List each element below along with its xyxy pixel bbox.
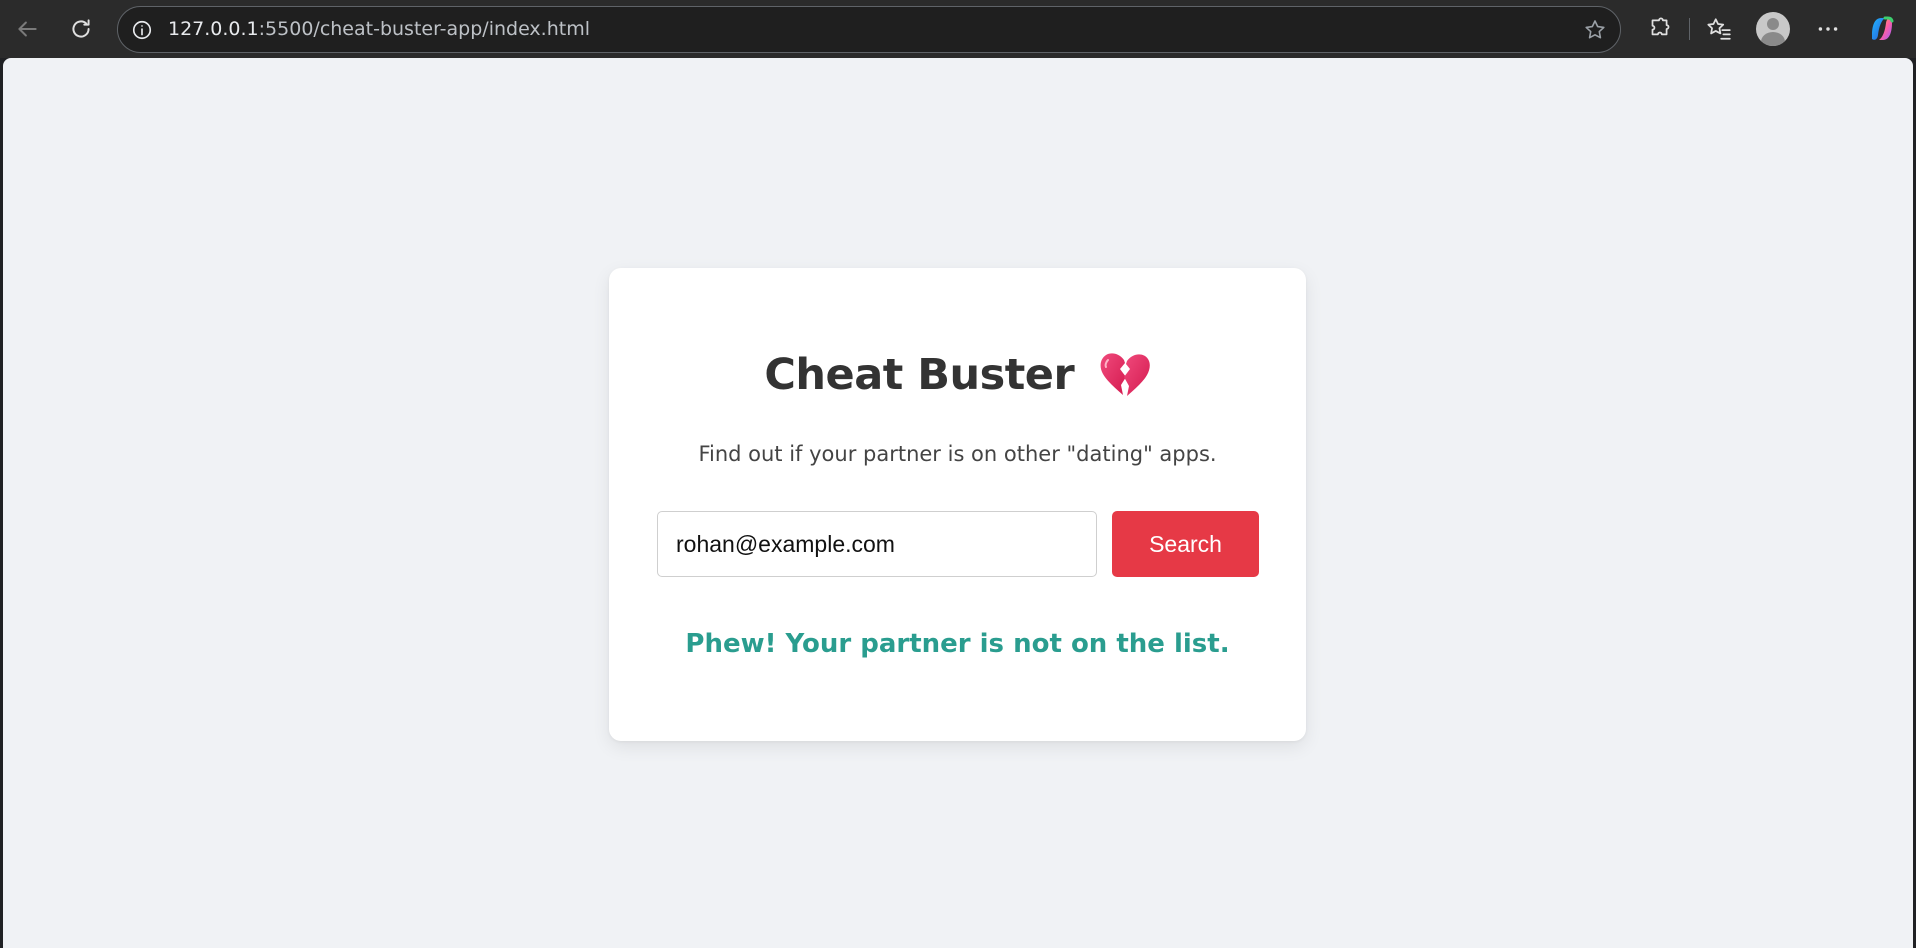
search-button[interactable]: Search [1112, 511, 1259, 577]
url-path: :5500/cheat-buster-app/index.html [258, 18, 590, 40]
back-arrow-icon [18, 21, 37, 37]
puzzle-icon [1651, 17, 1670, 36]
favorites-button[interactable] [1699, 9, 1739, 49]
info-icon [132, 20, 152, 40]
copilot-icon [1872, 16, 1894, 40]
search-card: Cheat Buster Find out if your partner is… [609, 268, 1306, 741]
add-favorite-button[interactable] [1582, 17, 1608, 43]
extensions-button[interactable] [1639, 9, 1679, 49]
star-icon [1585, 20, 1605, 39]
avatar [1756, 12, 1790, 46]
address-bar[interactable]: 127.0.0.1:5500/cheat-buster-app/index.ht… [117, 6, 1621, 53]
browser-toolbar: 127.0.0.1:5500/cheat-buster-app/index.ht… [0, 0, 1916, 58]
page-subtitle: Find out if your partner is on other "da… [698, 442, 1217, 466]
page-title: Cheat Buster [764, 350, 1075, 400]
back-button[interactable] [7, 9, 47, 49]
reload-icon [72, 19, 90, 38]
page-viewport: Cheat Buster Find out if your partner is… [3, 58, 1913, 948]
email-input[interactable] [657, 511, 1097, 577]
toolbar-divider [1689, 18, 1690, 40]
title-row: Cheat Buster [609, 350, 1306, 400]
favorites-icon [1707, 18, 1731, 40]
broken-heart-icon [1100, 353, 1150, 396]
profile-button[interactable] [1753, 9, 1793, 49]
more-icon [1818, 27, 1838, 31]
copilot-button[interactable] [1862, 9, 1902, 49]
url-text[interactable]: 127.0.0.1:5500/cheat-buster-app/index.ht… [168, 7, 590, 52]
url-host: 127.0.0.1 [168, 18, 259, 40]
site-info-button[interactable] [130, 18, 154, 42]
result-message: Phew! Your partner is not on the list. [685, 629, 1230, 659]
reload-button[interactable] [61, 9, 101, 49]
more-button[interactable] [1808, 9, 1848, 49]
